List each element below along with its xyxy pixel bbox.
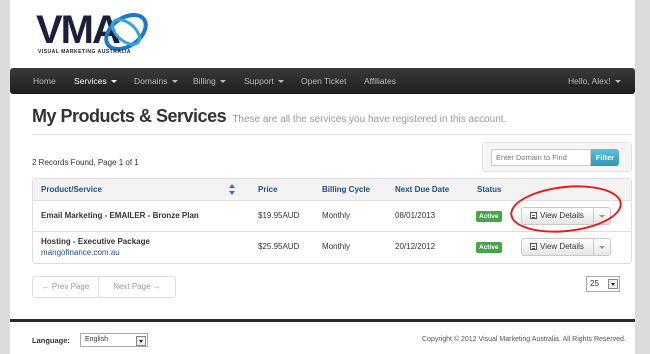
nav-item-support[interactable]: Support bbox=[244, 68, 284, 94]
filter-bar: Filter bbox=[482, 142, 632, 172]
filter-button[interactable]: Filter bbox=[591, 149, 619, 166]
user-greeting: Hello, Alex! bbox=[568, 76, 611, 86]
col-billing-cycle[interactable]: Billing Cycle bbox=[322, 179, 370, 201]
view-details-button-group: View Details bbox=[521, 238, 611, 256]
domain-filter-input[interactable] bbox=[491, 149, 591, 166]
status-badge: Active bbox=[476, 211, 502, 222]
caret-down-icon bbox=[277, 80, 284, 84]
sort-up-icon[interactable] bbox=[229, 184, 235, 188]
nav-item-affiliates[interactable]: Affiliates bbox=[364, 68, 396, 94]
price: $25.95AUD bbox=[258, 242, 300, 251]
sort-down-icon[interactable] bbox=[229, 191, 235, 195]
billing-cycle: Monthly bbox=[322, 242, 351, 251]
view-details-button[interactable]: View Details bbox=[522, 239, 594, 255]
billing-cycle: Monthly bbox=[322, 211, 351, 220]
prev-page-button[interactable]: ← Prev Page bbox=[32, 276, 99, 298]
caret-down-icon bbox=[219, 80, 226, 84]
page-container: VMA VISUAL MARKETING AUSTRALIA Home Serv… bbox=[10, 0, 635, 354]
caret-down-icon bbox=[171, 80, 178, 84]
nav-user-menu[interactable]: Hello, Alex! bbox=[568, 68, 621, 94]
nav-item-open-ticket[interactable]: Open Ticket bbox=[301, 68, 346, 94]
product-name: Email Marketing - EMAILER - Bronze Plan bbox=[41, 211, 199, 220]
view-details-dropdown-toggle[interactable] bbox=[594, 239, 610, 255]
col-status[interactable]: Status bbox=[477, 179, 501, 201]
nav-item-domains[interactable]: Domains bbox=[134, 68, 178, 94]
caret-down-icon bbox=[614, 80, 621, 84]
due-date: 08/01/2013 bbox=[395, 211, 436, 220]
table-row: Hosting - Executive Package mangofinance… bbox=[33, 232, 631, 263]
page-subtitle: These are all the services you have regi… bbox=[232, 114, 507, 125]
per-page-value: 25 bbox=[590, 279, 599, 288]
dropdown-arrow-icon bbox=[136, 336, 146, 346]
next-page-button[interactable]: Next Page → bbox=[98, 276, 176, 298]
nav-label: Billing bbox=[193, 76, 216, 86]
caret-down-icon bbox=[110, 80, 117, 84]
page-heading: My Products & Services These are all the… bbox=[32, 106, 506, 127]
nav-label: Domains bbox=[134, 76, 168, 86]
domain-link[interactable]: mangofinance.com.au bbox=[41, 248, 120, 257]
price: $19.95AUD bbox=[258, 211, 300, 220]
page-title: My Products & Services bbox=[32, 106, 227, 126]
records-count: 2 Records Found, Page 1 of 1 bbox=[32, 158, 139, 167]
nav-item-billing[interactable]: Billing bbox=[193, 68, 226, 94]
col-next-due-date[interactable]: Next Due Date bbox=[395, 179, 449, 201]
language-value: English bbox=[85, 336, 108, 343]
language-label: Language: bbox=[32, 336, 70, 345]
status-badge: Active bbox=[476, 242, 502, 253]
button-label: View Details bbox=[540, 242, 584, 251]
nav-label: Open Ticket bbox=[301, 76, 347, 86]
per-page-select[interactable]: 25 bbox=[586, 276, 620, 292]
product-name: Hosting - Executive Package bbox=[41, 237, 150, 246]
copyright-text: Copyright © 2012 Visual Marketing Austra… bbox=[422, 336, 626, 343]
language-select[interactable]: English bbox=[80, 333, 148, 347]
logo-tagline: VISUAL MARKETING AUSTRALIA bbox=[38, 49, 131, 55]
nav-label: Support bbox=[244, 76, 274, 86]
due-date: 20/12/2012 bbox=[395, 242, 436, 251]
nav-item-home[interactable]: Home bbox=[33, 68, 56, 94]
nav-label: Services bbox=[74, 76, 107, 86]
main-navbar: Home Services Domains Billing Support Op… bbox=[10, 68, 635, 94]
col-product[interactable]: Product/Service bbox=[41, 179, 102, 201]
nav-item-services[interactable]: Services bbox=[74, 68, 117, 94]
vma-logo[interactable]: VMA VISUAL MARKETING AUSTRALIA bbox=[30, 8, 210, 58]
document-icon bbox=[530, 243, 537, 250]
nav-label: Home bbox=[33, 76, 56, 86]
col-price[interactable]: Price bbox=[258, 179, 278, 201]
divider bbox=[32, 134, 632, 135]
dropdown-arrow-icon bbox=[608, 279, 618, 289]
nav-label: Affiliates bbox=[364, 76, 396, 86]
footer-divider bbox=[10, 319, 635, 322]
